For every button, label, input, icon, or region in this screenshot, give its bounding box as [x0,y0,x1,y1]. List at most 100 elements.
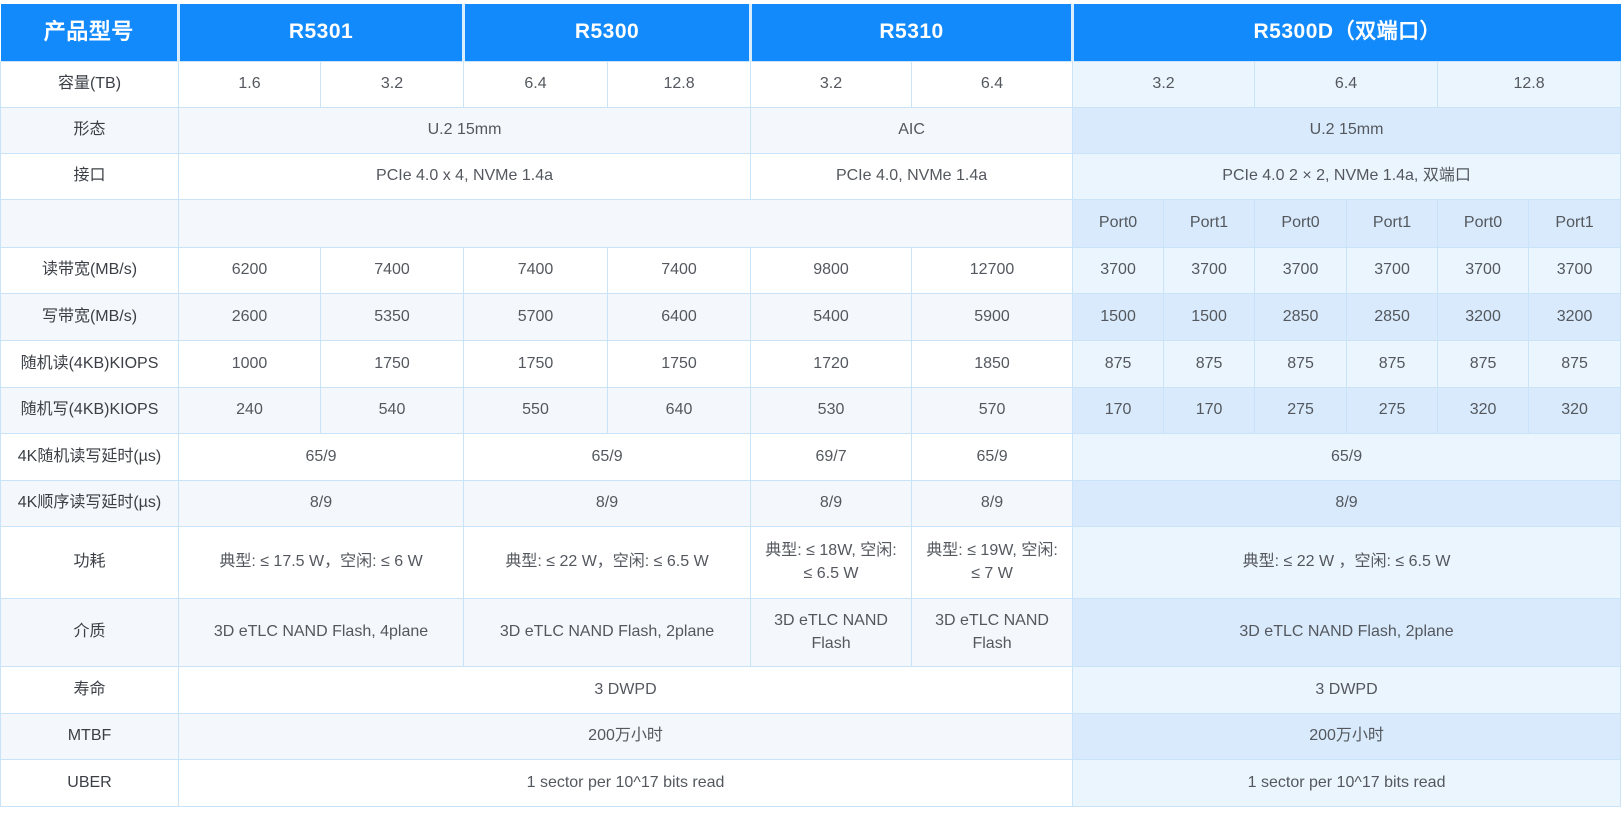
spec-cell: 典型: ≤ 17.5 W，空闲: ≤ 6 W [179,526,464,598]
spec-cell: 8/9 [179,480,464,526]
spec-cell: 2600 [179,293,321,340]
spec-cell: 3D eTLC NAND Flash, 2plane [464,598,751,666]
spec-row: 容量(TB)1.63.26.412.83.26.43.26.412.8 [1,61,1621,107]
product-spec-page: 产品型号 R5301R5300R5310R5300D（双端口） 容量(TB)1.… [0,0,1621,807]
spec-row: 随机写(4KB)KIOPS240540550640530570170170275… [1,387,1621,433]
spec-row: 功耗典型: ≤ 17.5 W，空闲: ≤ 6 W典型: ≤ 22 W，空闲: ≤… [1,526,1621,598]
spec-row: UBER1 sector per 10^17 bits read1 sector… [1,759,1621,806]
row-label: 接口 [1,153,179,199]
spec-cell: 200万小时 [179,713,1073,759]
corner-header-product-model: 产品型号 [1,4,179,61]
row-label: MTBF [1,713,179,759]
spec-cell: 3700 [1073,247,1164,293]
spec-cell: 275 [1255,387,1347,433]
spec-cell: 2850 [1255,293,1347,340]
spec-row: 4K顺序读写延时(µs)8/98/98/98/98/9 [1,480,1621,526]
spec-cell: 1 sector per 10^17 bits read [179,759,1073,806]
row-label: 功耗 [1,526,179,598]
spec-row: 寿命3 DWPD3 DWPD [1,666,1621,713]
spec-cell: 12.8 [1438,61,1621,107]
spec-cell: 12.8 [608,61,751,107]
spec-row: 接口PCIe 4.0 x 4, NVMe 1.4aPCIe 4.0, NVMe … [1,153,1621,199]
spec-row: 4K随机读写延时(µs)65/965/969/765/965/9 [1,433,1621,480]
spec-row: 介质3D eTLC NAND Flash, 4plane3D eTLC NAND… [1,598,1621,666]
spec-cell: 1750 [608,340,751,387]
spec-cell: 875 [1255,340,1347,387]
spec-cell: 3.2 [321,61,464,107]
row-label: 4K随机读写延时(µs) [1,433,179,480]
spec-cell: 3.2 [1073,61,1255,107]
spec-cell: 65/9 [1073,433,1621,480]
spec-cell: 7400 [464,247,608,293]
spec-cell: 3200 [1438,293,1529,340]
spec-cell: 540 [321,387,464,433]
spec-cell: 8/9 [1073,480,1621,526]
spec-cell: 8/9 [464,480,751,526]
spec-cell: 65/9 [179,433,464,480]
spec-cell: 3 DWPD [1073,666,1621,713]
spec-cell: 170 [1073,387,1164,433]
spec-cell: 3D eTLC NAND Flash, 2plane [1073,598,1621,666]
row-label: 读带宽(MB/s) [1,247,179,293]
header-row: 产品型号 R5301R5300R5310R5300D（双端口） [1,4,1621,61]
spec-cell: 3D eTLC NAND Flash [912,598,1073,666]
spec-cell [179,199,1073,247]
spec-cell: 3D eTLC NAND Flash [751,598,912,666]
spec-cell: 1850 [912,340,1073,387]
spec-cell: 6.4 [464,61,608,107]
spec-cell: 6.4 [1255,61,1438,107]
spec-cell: 200万小时 [1073,713,1621,759]
spec-cell: 5900 [912,293,1073,340]
header-group-r5310: R5310 [751,4,1073,61]
spec-cell: 8/9 [912,480,1073,526]
spec-cell: U.2 15mm [179,107,751,153]
spec-cell: 3D eTLC NAND Flash, 4plane [179,598,464,666]
table-header: 产品型号 R5301R5300R5310R5300D（双端口） [1,4,1621,61]
spec-cell: Port1 [1529,199,1621,247]
spec-cell: PCIe 4.0, NVMe 1.4a [751,153,1073,199]
spec-cell: Port1 [1164,199,1255,247]
spec-cell: 65/9 [464,433,751,480]
spec-cell: 3700 [1347,247,1438,293]
row-label: 容量(TB) [1,61,179,107]
spec-cell: 875 [1438,340,1529,387]
spec-cell: 8/9 [751,480,912,526]
spec-cell: 6200 [179,247,321,293]
spec-cell: 320 [1529,387,1621,433]
header-group-r5301: R5301 [179,4,464,61]
spec-cell: 1500 [1164,293,1255,340]
spec-row: 随机读(4KB)KIOPS100017501750175017201850875… [1,340,1621,387]
spec-cell: 6.4 [912,61,1073,107]
row-label: 写带宽(MB/s) [1,293,179,340]
header-group-r5300d: R5300D（双端口） [1073,4,1621,61]
spec-cell: AIC [751,107,1073,153]
spec-cell: 640 [608,387,751,433]
row-label: 随机写(4KB)KIOPS [1,387,179,433]
spec-cell: 7400 [608,247,751,293]
spec-cell: 典型: ≤ 19W, 空闲: ≤ 7 W [912,526,1073,598]
spec-cell: 12700 [912,247,1073,293]
spec-cell: 5350 [321,293,464,340]
header-group-r5300: R5300 [464,4,751,61]
table-body: 容量(TB)1.63.26.412.83.26.43.26.412.8形态U.2… [1,61,1621,806]
spec-cell: 3200 [1529,293,1621,340]
spec-cell: 6400 [608,293,751,340]
spec-cell: 69/7 [751,433,912,480]
spec-row: MTBF200万小时200万小时 [1,713,1621,759]
spec-cell: 1 sector per 10^17 bits read [1073,759,1621,806]
spec-cell: 9800 [751,247,912,293]
spec-cell: 530 [751,387,912,433]
spec-cell: 3700 [1529,247,1621,293]
spec-cell: 5700 [464,293,608,340]
spec-cell: 3700 [1164,247,1255,293]
spec-cell: 570 [912,387,1073,433]
spec-cell: 3.2 [751,61,912,107]
row-label: 寿命 [1,666,179,713]
spec-cell: 875 [1347,340,1438,387]
spec-cell: 275 [1347,387,1438,433]
spec-cell: 65/9 [912,433,1073,480]
row-label: UBER [1,759,179,806]
spec-cell: 7400 [321,247,464,293]
spec-cell: 170 [1164,387,1255,433]
spec-cell: Port0 [1438,199,1529,247]
